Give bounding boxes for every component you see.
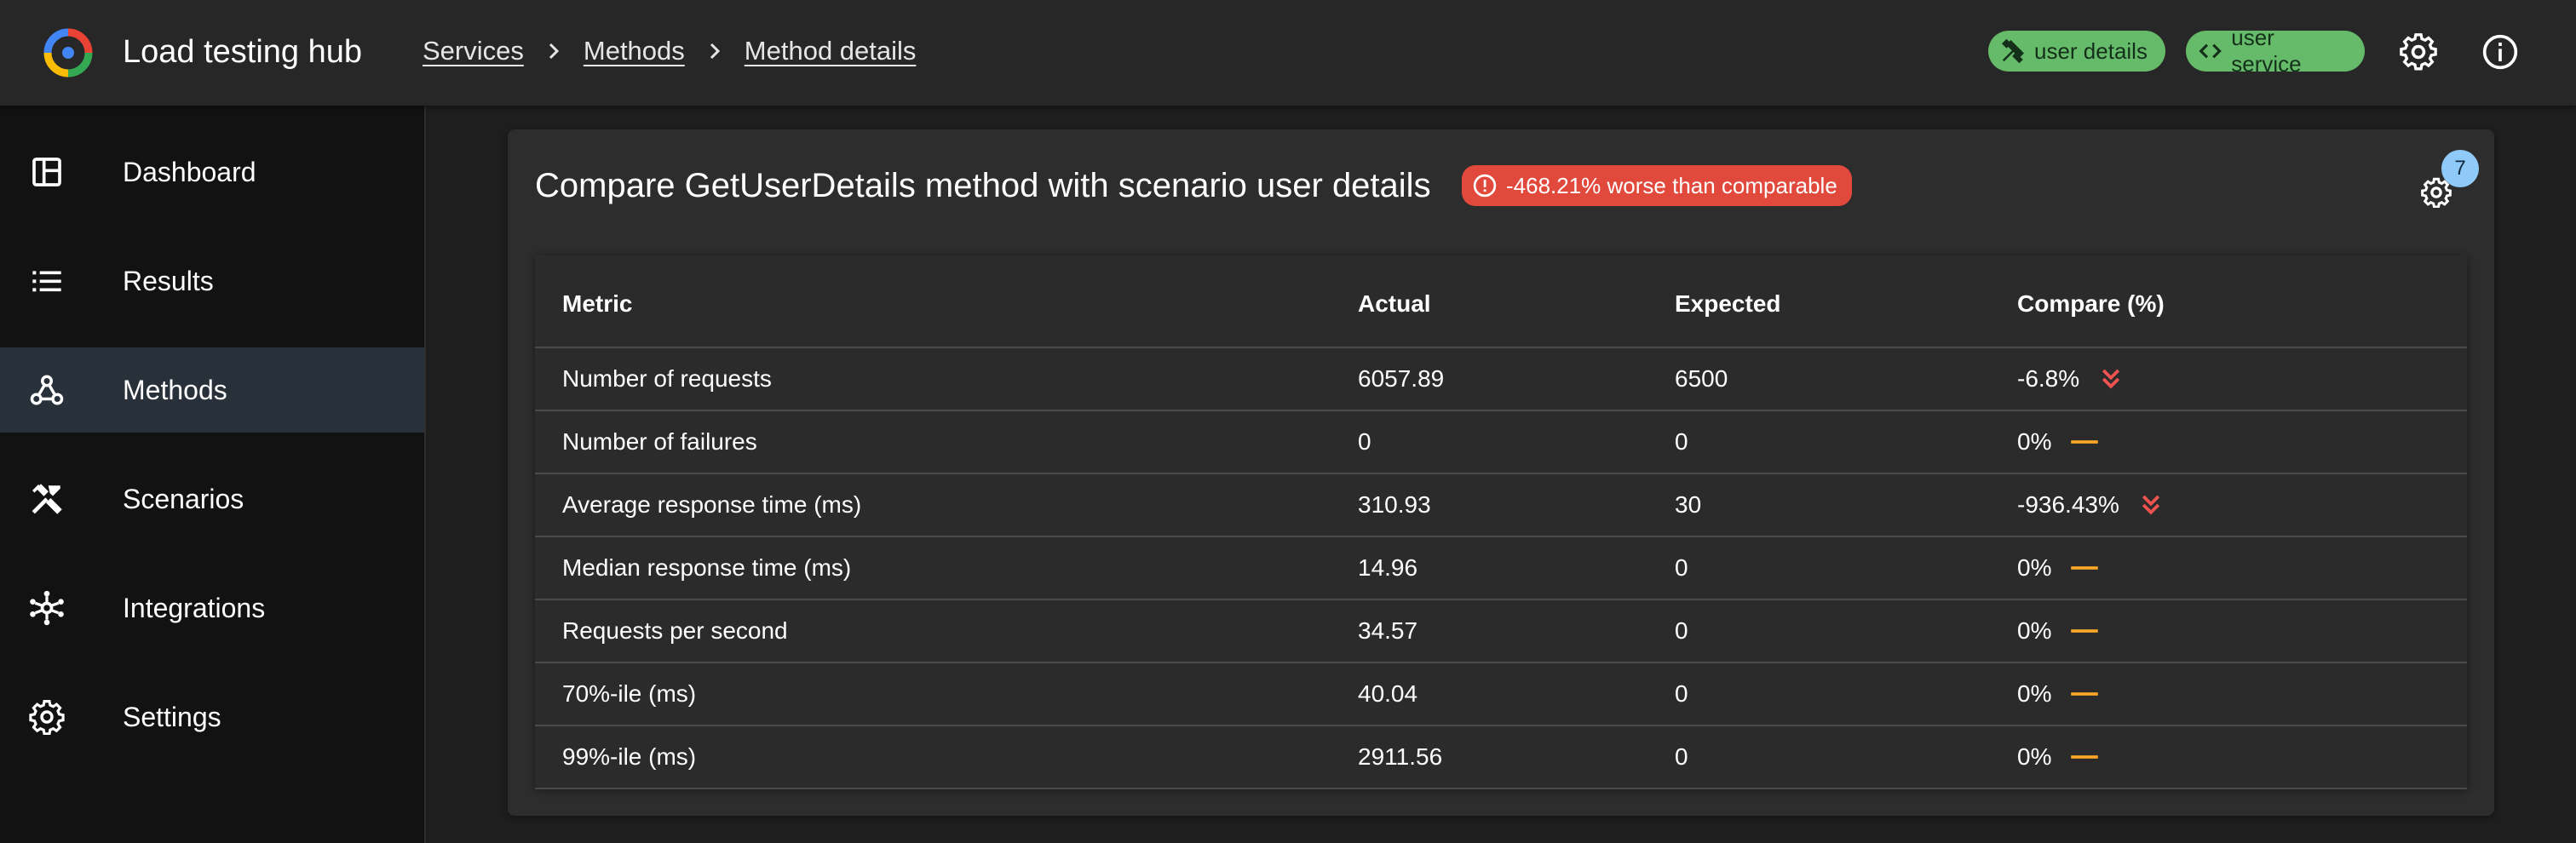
metric-cell: Average response time (ms) [535,473,1358,537]
compare-cell: 0% [2017,536,2467,600]
top-app-bar: Load testing hub Services Methods Method… [0,0,2576,106]
metric-cell: 99%-ile (ms) [535,725,1358,789]
metric-cell: Median response time (ms) [535,536,1358,600]
horizontal-rule-icon [2070,429,2099,455]
app-logo-icon[interactable] [43,27,94,78]
sidebar-item-label: Dashboard [123,156,256,187]
metric-cell: 70%-ile (ms) [535,662,1358,726]
compare-value: 0% [2017,743,2052,770]
sidebar-item-methods[interactable]: Methods [0,347,424,433]
table-row[interactable]: Number of failures 0 0 0% [535,410,2467,474]
horizontal-rule-icon [2070,555,2099,581]
column-header-compare[interactable]: Compare (%) [2017,255,2467,348]
table-row[interactable]: Requests per second 34.57 0 0% [535,599,2467,663]
hub-icon [27,588,66,628]
compare-cell: 0% [2017,662,2467,726]
status-badge-label: -468.21% worse than comparable [1506,172,1837,198]
table-row[interactable]: 70%-ile (ms) 40.04 0 0% [535,662,2467,726]
actual-cell: 40.04 [1358,662,1675,726]
sidebar-item-label: Scenarios [123,483,244,514]
actual-cell: 310.93 [1358,473,1675,537]
status-badge: -468.21% worse than comparable [1462,165,1852,206]
actual-cell: 6057.89 [1358,347,1675,411]
table-row[interactable]: Median response time (ms) 14.96 0 0% [535,536,2467,600]
breadcrumb-methods[interactable]: Methods [584,36,685,66]
expected-cell: 30 [1675,473,2017,537]
sidebar-item-label: Settings [123,701,221,732]
sidebar-item-dashboard[interactable]: Dashboard [0,129,424,215]
dashboard-icon [27,152,66,192]
horizontal-rule-icon [2070,618,2099,644]
compare-value: 0% [2017,428,2052,455]
compare-value: -936.43% [2017,491,2119,518]
double-chevron-down-icon [2098,366,2124,392]
code-icon [2199,43,2222,59]
actual-cell: 0 [1358,410,1675,474]
expected-cell: 0 [1675,536,2017,600]
service-chip[interactable]: user service [2186,25,2365,77]
compare-cell: -6.8% [2017,347,2467,411]
sidebar-nav: Dashboard Results Methods Scenarios Inte… [0,106,426,843]
horizontal-rule-icon [2070,681,2099,707]
page-title: Compare GetUserDetails method with scena… [535,167,1431,204]
compare-cell: 0% [2017,599,2467,663]
actual-cell: 34.57 [1358,599,1675,663]
scenario-chip-label: user details [2034,37,2148,64]
compare-cell: -936.43% [2017,473,2467,537]
column-header-actual[interactable]: Actual [1358,255,1675,348]
actual-cell: 14.96 [1358,536,1675,600]
compare-cell: 0% [2017,725,2467,789]
expected-cell: 6500 [1675,347,2017,411]
expected-cell: 0 [1675,662,2017,726]
app-title: Load testing hub [123,34,363,70]
sidebar-item-label: Integrations [123,592,266,623]
settings-icon[interactable] [2399,32,2438,72]
tools-icon [2001,38,2025,64]
sidebar-item-results[interactable]: Results [0,238,424,324]
sidebar-item-label: Results [123,265,214,296]
list-icon [27,261,66,301]
metric-cell: Number of failures [535,410,1358,474]
scenario-chip[interactable]: user details [1988,31,2165,72]
sidebar-item-label: Methods [123,374,227,405]
compare-value: 0% [2017,617,2052,644]
error-icon [1473,174,1497,198]
expected-cell: 0 [1675,410,2017,474]
breadcrumb: Services Methods Method details [423,34,916,68]
webhook-icon [27,370,66,410]
info-icon[interactable] [2481,32,2520,72]
table-row[interactable]: Average response time (ms) 310.93 30 -936.4… [535,473,2467,537]
table-row[interactable]: 99%-ile (ms) 2911.56 0 0% [535,725,2467,789]
column-header-metric[interactable]: Metric [535,255,1358,348]
table-header-row: Metric Actual Expected Compare (%) [535,255,2467,348]
breadcrumb-method-details[interactable]: Method details [745,36,917,66]
compare-value: 0% [2017,554,2052,581]
compare-value: 0% [2017,680,2052,707]
double-chevron-down-icon [2138,492,2164,518]
expected-cell: 0 [1675,725,2017,789]
chevron-right-icon [524,41,584,61]
tools-icon [27,479,66,519]
gear-icon [27,697,66,737]
sidebar-item-scenarios[interactable]: Scenarios [0,456,424,542]
column-header-expected[interactable]: Expected [1675,255,2017,348]
service-chip-label: user service [2231,25,2302,77]
breadcrumb-services[interactable]: Services [423,36,524,66]
metric-cell: Number of requests [535,347,1358,411]
comparison-card: Compare GetUserDetails method with scena… [508,129,2494,816]
metrics-table: Metric Actual Expected Compare (%) Numbe… [535,255,2467,789]
compare-cell: 0% [2017,410,2467,474]
sidebar-item-settings[interactable]: Settings [0,674,424,760]
actual-cell: 2911.56 [1358,725,1675,789]
compare-value: -6.8% [2017,365,2080,392]
settings-count-badge: 7 [2441,150,2479,187]
sidebar-item-integrations[interactable]: Integrations [0,565,424,651]
metric-cell: Requests per second [535,599,1358,663]
chevron-right-icon [685,41,745,61]
expected-cell: 0 [1675,599,2017,663]
horizontal-rule-icon [2070,744,2099,770]
table-row[interactable]: Number of requests 6057.89 6500 -6.8% [535,347,2467,411]
